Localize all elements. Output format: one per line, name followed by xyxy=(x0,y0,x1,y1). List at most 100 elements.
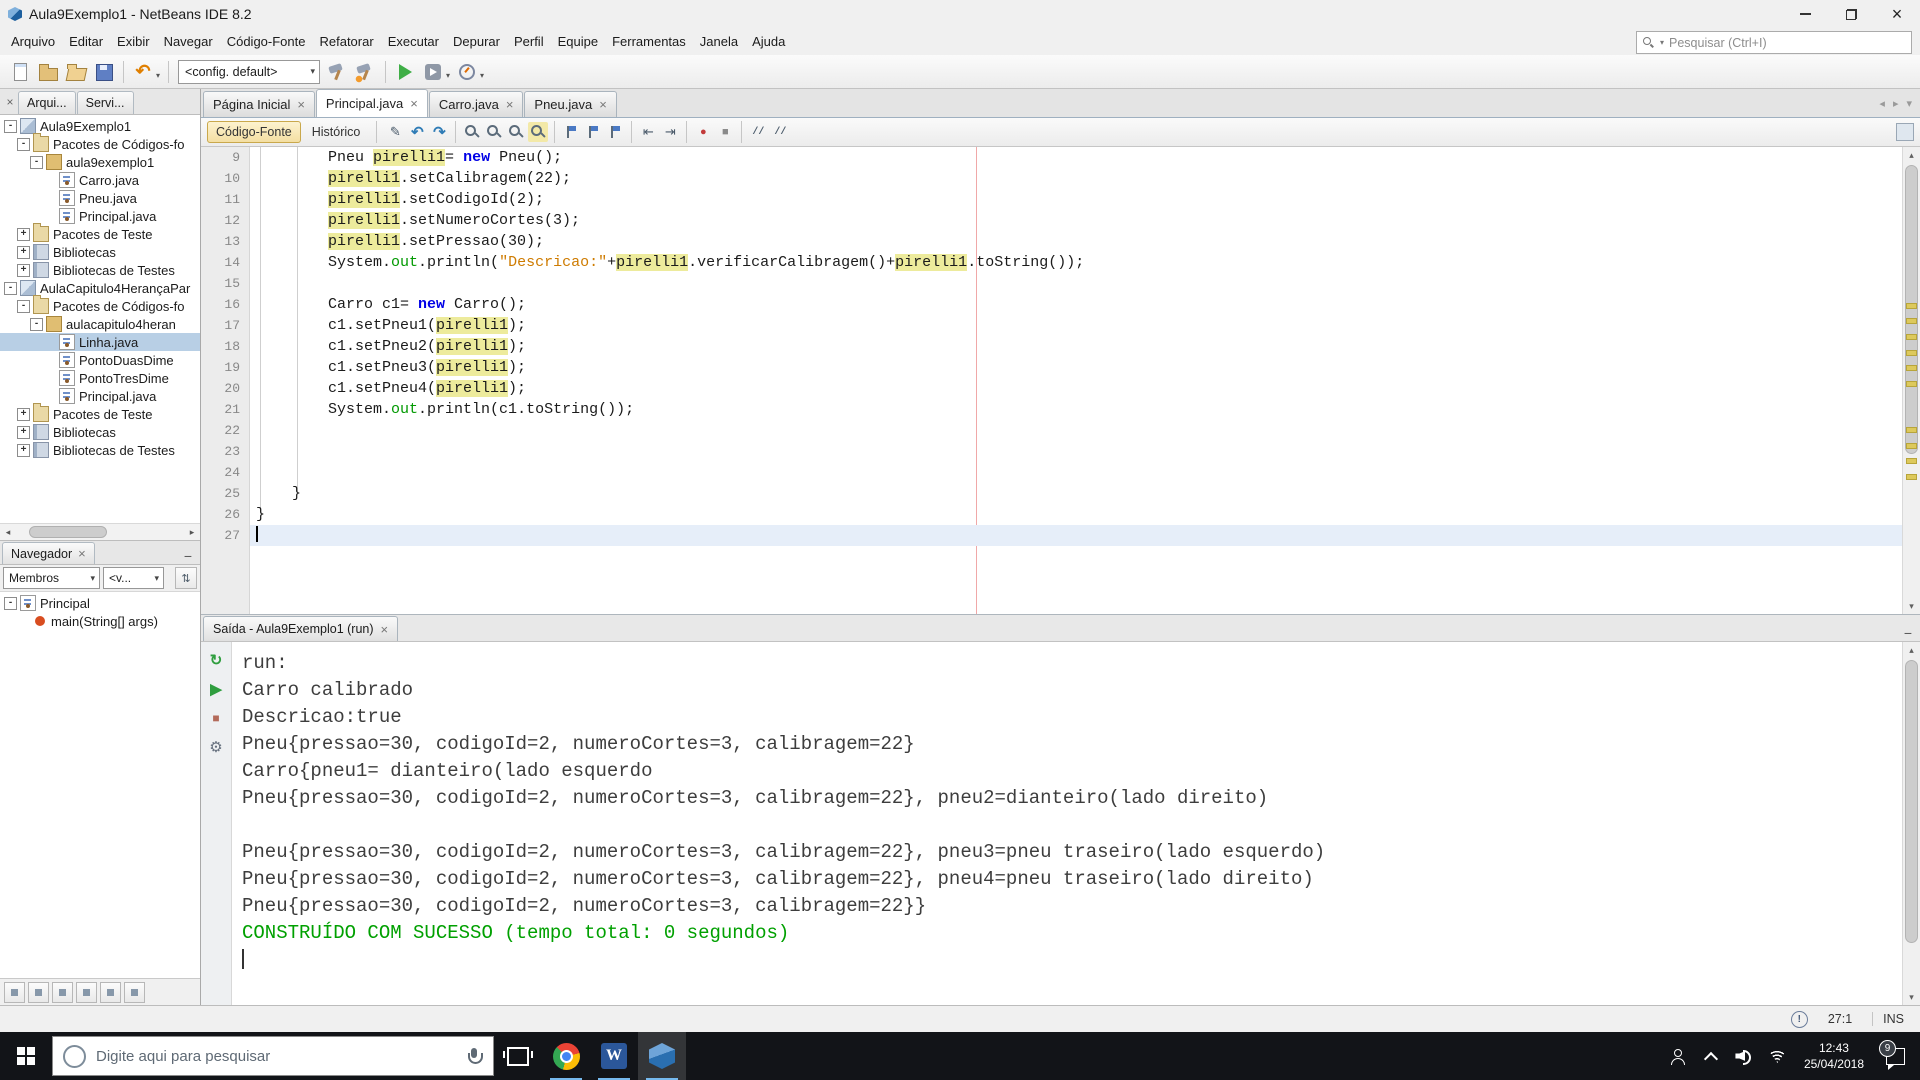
editor-gutter[interactable]: 9 10 11 12 13 14 15 16 17 18 19 20 21 22 23 24 25 26 27 xyxy=(201,147,250,614)
tree-item-pacotes-de-teste[interactable]: + Pacotes de Teste xyxy=(0,403,200,423)
action-center-button[interactable]: 9 xyxy=(1874,1039,1916,1070)
hidden-icons-button[interactable] xyxy=(1695,1032,1728,1080)
network-button[interactable] xyxy=(1761,1032,1794,1080)
previous-bookmark-icon[interactable] xyxy=(561,122,581,142)
comment-icon[interactable]: // xyxy=(748,122,768,142)
tree-item-bibliotecas-de-testes[interactable]: + Bibliotecas de Testes xyxy=(0,261,200,279)
back-icon[interactable]: ↶ xyxy=(407,122,427,142)
restore-button[interactable] xyxy=(1828,0,1874,28)
close-tab-icon[interactable]: × xyxy=(410,97,418,110)
vscroll-thumb[interactable] xyxy=(1905,660,1918,944)
tree-item-aula9exemplo1[interactable]: - aula9exemplo1 xyxy=(0,153,200,171)
expand-toggle-icon[interactable]: + xyxy=(17,443,30,457)
volume-button[interactable] xyxy=(1728,1032,1761,1080)
hscroll-thumb[interactable] xyxy=(29,526,108,538)
menu-exibir[interactable]: Exibir xyxy=(110,29,157,54)
close-navigator-icon[interactable]: × xyxy=(78,547,86,560)
task-view-button[interactable] xyxy=(494,1032,542,1080)
code-line-12[interactable]: pirelli1.setNumeroCortes(3); xyxy=(250,210,1902,231)
tree-item-pneu-java[interactable]: Pneu.java xyxy=(0,189,200,207)
output-tab[interactable]: Saída - Aula9Exemplo1 (run) × xyxy=(203,616,399,641)
close-button[interactable]: × xyxy=(1874,0,1920,28)
close-panel-icon[interactable]: × xyxy=(2,95,18,109)
menu-codigo-fonte[interactable]: Código-Fonte xyxy=(220,29,313,54)
tree-item-aula9exemplo1[interactable]: - Aula9Exemplo1 xyxy=(0,117,200,135)
scroll-right-icon[interactable]: ▸ xyxy=(184,524,200,540)
sort-by-source-icon[interactable] xyxy=(124,981,145,1003)
tree-item-pacotes-de-teste[interactable]: + Pacotes de Teste xyxy=(0,223,200,243)
editor-tab-principal-java[interactable]: Principal.java × xyxy=(315,89,428,117)
rerun-icon[interactable]: ↻ xyxy=(206,650,226,670)
collapse-toggle-icon[interactable]: - xyxy=(30,317,43,331)
menu-perfil[interactable]: Perfil xyxy=(507,29,551,54)
expand-toggle-icon[interactable]: + xyxy=(17,227,30,241)
code-line-11[interactable]: pirelli1.setCodigoId(2); xyxy=(250,189,1902,210)
run-project-icon[interactable] xyxy=(392,59,418,85)
history-view-button[interactable]: Histórico xyxy=(303,121,370,143)
close-tab-icon[interactable]: × xyxy=(506,98,514,111)
find-selection-icon[interactable] xyxy=(462,122,482,142)
collapse-toggle-icon[interactable]: - xyxy=(30,155,43,169)
tree-item-pacotes-de-codigos-fo[interactable]: - Pacotes de Códigos-fo xyxy=(0,133,200,153)
code-line-20[interactable]: c1.setPneu4(pirelli1); xyxy=(250,378,1902,399)
projects-hscrollbar[interactable]: ◂ ▸ xyxy=(0,523,200,540)
tab-list-icon[interactable]: ▾ xyxy=(1906,97,1912,110)
code-editor[interactable]: Pneu pirelli1= new Pneu(); pirelli1.setC… xyxy=(250,147,1902,614)
code-line-15[interactable] xyxy=(250,273,1902,294)
minimize-output-icon[interactable]: − xyxy=(1896,625,1920,641)
occurrence-mark[interactable] xyxy=(1906,473,1917,480)
undo-icon[interactable]: ↶ xyxy=(130,59,156,85)
toolbar-grip-icon[interactable] xyxy=(1896,123,1914,141)
quick-search[interactable]: ▾ Pesquisar (Ctrl+I) xyxy=(1636,31,1912,54)
build-project-icon[interactable] xyxy=(325,59,351,85)
stop-macro-icon[interactable]: ■ xyxy=(715,122,735,142)
code-line-13[interactable]: pirelli1.setPressao(30); xyxy=(250,231,1902,252)
scroll-tabs-right-icon[interactable]: ▸ xyxy=(1893,97,1899,110)
tree-item-bibliotecas[interactable]: + Bibliotecas xyxy=(0,423,200,441)
output-console[interactable]: run: Carro calibrado Descricao:true Pneu{pr… xyxy=(232,642,1902,1005)
scroll-left-icon[interactable]: ◂ xyxy=(0,524,16,540)
new-file-icon[interactable] xyxy=(7,59,33,85)
code-line-10[interactable]: pirelli1.setCalibragem(22); xyxy=(250,168,1902,189)
collapse-toggle-icon[interactable]: - xyxy=(4,119,17,133)
expand-toggle-icon[interactable]: + xyxy=(17,245,30,259)
profile-project-icon[interactable] xyxy=(454,59,480,85)
occurrence-mark[interactable] xyxy=(1906,318,1917,325)
editor-vscrollbar[interactable]: ▴ ▾ xyxy=(1902,147,1920,614)
next-bookmark-icon[interactable] xyxy=(583,122,603,142)
code-line-25[interactable]: } xyxy=(250,483,1902,504)
code-line-21[interactable]: System.out.println(c1.toString()); xyxy=(250,399,1902,420)
editor-tab-carro-java[interactable]: Carro.java × xyxy=(428,91,524,117)
tree-item-bibliotecas[interactable]: + Bibliotecas xyxy=(0,243,200,261)
taskbar-search[interactable]: Digite aqui para pesquisar xyxy=(52,1036,494,1076)
word-taskbar-button[interactable]: W xyxy=(590,1032,638,1080)
minimize-button[interactable] xyxy=(1782,0,1828,28)
tree-item-pontoduasdime[interactable]: PontoDuasDime xyxy=(0,351,200,369)
editor-tab-pagina-inicial[interactable]: Página Inicial × xyxy=(203,91,315,117)
notifications-icon[interactable]: ! xyxy=(1790,1010,1808,1028)
panel-tab-servi[interactable]: Servi... xyxy=(76,91,134,114)
show-fields-icon[interactable] xyxy=(28,981,49,1003)
find-prev-icon[interactable] xyxy=(506,122,526,142)
close-tab-icon[interactable]: × xyxy=(599,98,607,111)
code-line-9[interactable]: Pneu pirelli1= new Pneu(); xyxy=(250,147,1902,168)
code-line-22[interactable] xyxy=(250,420,1902,441)
tree-item-aulacapitulo4herancapar[interactable]: - AulaCapitulo4HerançaPar xyxy=(0,279,200,297)
scroll-tabs-left-icon[interactable]: ◂ xyxy=(1879,97,1885,110)
navigator-tree[interactable]: - Principal main(String[] args) xyxy=(0,592,200,978)
tree-item-pacotes-de-codigos-fo[interactable]: - Pacotes de Códigos-fo xyxy=(0,295,200,315)
code-line-16[interactable]: Carro c1= new Carro(); xyxy=(250,294,1902,315)
menu-janela[interactable]: Janela xyxy=(693,29,745,54)
scroll-down-icon[interactable]: ▾ xyxy=(1903,989,1920,1005)
rerun-modified-icon[interactable]: ▶ xyxy=(206,679,226,699)
occurrence-mark[interactable] xyxy=(1906,427,1917,434)
stop-build-icon[interactable]: ■ xyxy=(206,708,226,728)
vscroll-track[interactable] xyxy=(1903,658,1920,989)
save-all-icon[interactable] xyxy=(91,59,117,85)
people-button[interactable] xyxy=(1662,1032,1695,1080)
chevron-down-icon[interactable]: ▾ xyxy=(156,71,160,80)
occurrence-mark[interactable] xyxy=(1906,364,1917,371)
shift-right-icon[interactable]: ⇥ xyxy=(660,122,680,142)
hscroll-track[interactable] xyxy=(16,524,184,540)
netbeans-taskbar-button[interactable] xyxy=(638,1032,686,1080)
